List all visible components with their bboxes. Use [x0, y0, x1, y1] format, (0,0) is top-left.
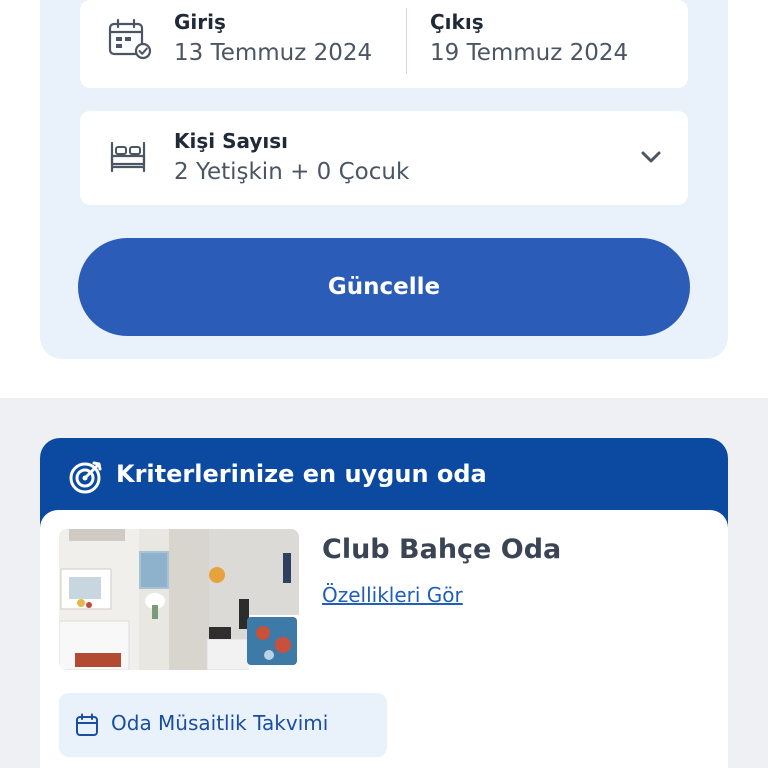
- guests-select[interactable]: Kişi Sayısı 2 Yetişkin + 0 Çocuk: [80, 111, 688, 205]
- results-header-title: Kriterlerinize en uygun oda: [116, 460, 487, 488]
- room-photo[interactable]: [59, 529, 299, 670]
- target-icon: [69, 461, 102, 494]
- room-availability-label: Oda Müsaitlik Takvimi: [111, 711, 329, 735]
- room-availability-button[interactable]: Oda Müsaitlik Takvimi: [59, 693, 387, 757]
- room-name: Club Bahçe Oda: [322, 534, 562, 565]
- best-room-card: Kriterlerinize en uygun oda Club Bahçe O…: [40, 438, 728, 768]
- checkout-value: 19 Temmuz 2024: [430, 40, 629, 66]
- checkout-label: Çıkış: [430, 10, 484, 34]
- guests-label: Kişi Sayısı: [174, 129, 289, 153]
- date-divider: [406, 8, 407, 74]
- guests-value: 2 Yetişkin + 0 Çocuk: [174, 159, 410, 185]
- checkin-label: Giriş: [174, 10, 226, 34]
- update-button[interactable]: Güncelle: [78, 238, 690, 336]
- checkin-value: 13 Temmuz 2024: [174, 40, 373, 66]
- room-details-link[interactable]: Özellikleri Gör: [322, 583, 463, 607]
- bed-icon: [110, 141, 146, 173]
- calendar-icon: [76, 713, 98, 736]
- chevron-down-icon: [641, 151, 661, 163]
- room-photo-image: [59, 529, 299, 670]
- date-range-card: Giriş 13 Temmuz 2024 Çıkış 19 Temmuz 202…: [80, 0, 688, 88]
- calendar-check-icon: [108, 18, 152, 60]
- room-card-body: Club Bahçe Oda Özellikleri Gör Oda Müsai…: [40, 510, 728, 768]
- page: Giriş 13 Temmuz 2024 Çıkış 19 Temmuz 202…: [0, 0, 768, 768]
